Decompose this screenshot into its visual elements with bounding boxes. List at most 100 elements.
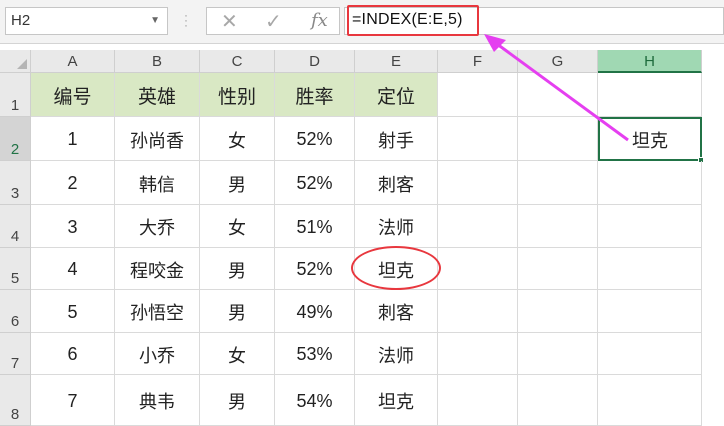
empty-cell[interactable] xyxy=(438,161,518,205)
row-header-6[interactable]: 6 xyxy=(0,290,31,333)
data-cell[interactable]: 男 xyxy=(200,375,275,426)
header-cell[interactable]: 性别 xyxy=(200,73,275,117)
data-cell[interactable]: 男 xyxy=(200,290,275,333)
selected-cell-h2[interactable]: 坦克 xyxy=(598,117,704,163)
empty-cell[interactable] xyxy=(598,333,702,375)
data-cell[interactable]: 3 xyxy=(31,205,115,248)
data-cell[interactable]: 射手 xyxy=(355,117,438,161)
data-cell[interactable]: 坦克 xyxy=(355,375,438,426)
drag-handle-icon[interactable]: · · · xyxy=(184,9,188,31)
cell-text: 典韦 xyxy=(139,392,175,412)
empty-cell[interactable] xyxy=(598,375,702,426)
data-cell[interactable]: 程咬金 xyxy=(115,248,200,290)
fx-icon[interactable]: fx xyxy=(311,10,328,31)
cell-text: 大乔 xyxy=(139,218,175,238)
data-cell[interactable]: 54% xyxy=(275,375,355,426)
empty-cell[interactable] xyxy=(438,205,518,248)
empty-cell[interactable] xyxy=(598,205,702,248)
data-cell[interactable]: 女 xyxy=(200,205,275,248)
chevron-down-icon[interactable]: ▼ xyxy=(150,8,160,34)
cell-text: 定位 xyxy=(376,87,415,108)
cell-text: 6 xyxy=(67,344,78,364)
select-all-corner[interactable] xyxy=(0,50,31,73)
empty-cell[interactable] xyxy=(518,290,598,333)
empty-cell[interactable] xyxy=(438,73,518,117)
empty-cell[interactable] xyxy=(438,333,518,375)
empty-cell[interactable] xyxy=(518,161,598,205)
data-cell[interactable]: 49% xyxy=(275,290,355,333)
data-cell[interactable]: 7 xyxy=(31,375,115,426)
empty-cell[interactable] xyxy=(518,117,598,161)
name-box[interactable]: H2 ▼ xyxy=(5,7,168,35)
data-cell[interactable]: 法师 xyxy=(355,333,438,375)
empty-cell[interactable] xyxy=(598,290,702,333)
cell-text: 坦克 xyxy=(632,131,668,151)
data-cell[interactable]: 5 xyxy=(31,290,115,333)
row-header-2[interactable]: 2 xyxy=(0,117,31,161)
data-cell[interactable]: 男 xyxy=(200,161,275,205)
header-cell[interactable]: 编号 xyxy=(31,73,115,117)
data-cell[interactable]: 4 xyxy=(31,248,115,290)
row-header-4[interactable]: 4 xyxy=(0,205,31,248)
row-header-7[interactable]: 7 xyxy=(0,333,31,375)
empty-cell[interactable] xyxy=(438,375,518,426)
row-header-8[interactable]: 8 xyxy=(0,375,31,426)
checkmark-icon[interactable]: ✓ xyxy=(265,9,282,34)
column-header-f[interactable]: F xyxy=(438,50,518,73)
data-cell[interactable]: 52% xyxy=(275,248,355,290)
data-cell[interactable]: 52% xyxy=(275,161,355,205)
row-number: 1 xyxy=(10,97,20,114)
cancel-x-icon[interactable]: ✕ xyxy=(221,9,238,34)
header-cell[interactable]: 定位 xyxy=(355,73,438,117)
data-cell[interactable]: 韩信 xyxy=(115,161,200,205)
data-cell[interactable]: 刺客 xyxy=(355,161,438,205)
empty-cell[interactable] xyxy=(598,248,702,290)
cell-text: 孙悟空 xyxy=(130,303,184,323)
empty-cell[interactable] xyxy=(438,290,518,333)
column-header-b[interactable]: B xyxy=(115,50,200,73)
data-cell[interactable]: 53% xyxy=(275,333,355,375)
empty-cell[interactable] xyxy=(598,73,702,117)
data-cell[interactable]: 52% xyxy=(275,117,355,161)
empty-cell[interactable] xyxy=(598,161,702,205)
cell-text: 女 xyxy=(228,345,246,366)
row-header-3[interactable]: 3 xyxy=(0,161,31,205)
name-box-value: H2 xyxy=(11,12,31,29)
empty-cell[interactable] xyxy=(518,248,598,290)
empty-cell[interactable] xyxy=(518,73,598,117)
highlight-ellipse xyxy=(351,246,441,290)
data-cell[interactable]: 2 xyxy=(31,161,115,205)
data-cell[interactable]: 大乔 xyxy=(115,205,200,248)
column-header-d[interactable]: D xyxy=(275,50,355,73)
column-header-a[interactable]: A xyxy=(31,50,115,73)
data-cell[interactable]: 小乔 xyxy=(115,333,200,375)
row-number: 6 xyxy=(10,313,20,330)
data-cell[interactable]: 典韦 xyxy=(115,375,200,426)
data-cell[interactable]: 女 xyxy=(200,333,275,375)
row-header-5[interactable]: 5 xyxy=(0,248,31,290)
column-header-e[interactable]: E xyxy=(355,50,438,73)
cell-text: 1 xyxy=(67,129,78,149)
column-header-c[interactable]: C xyxy=(200,50,275,73)
empty-cell[interactable] xyxy=(518,205,598,248)
data-cell[interactable]: 孙悟空 xyxy=(115,290,200,333)
empty-cell[interactable] xyxy=(438,248,518,290)
data-cell[interactable]: 孙尚香 xyxy=(115,117,200,161)
data-cell[interactable]: 1 xyxy=(31,117,115,161)
header-cell[interactable]: 胜率 xyxy=(275,73,355,117)
empty-cell[interactable] xyxy=(518,375,598,426)
cell-text: 射手 xyxy=(378,130,414,151)
data-cell[interactable]: 6 xyxy=(31,333,115,375)
data-cell[interactable]: 女 xyxy=(200,117,275,161)
column-header-g[interactable]: G xyxy=(518,50,598,73)
data-cell[interactable]: 男 xyxy=(200,248,275,290)
data-cell[interactable]: 51% xyxy=(275,205,355,248)
empty-cell[interactable] xyxy=(518,333,598,375)
empty-cell[interactable] xyxy=(438,117,518,161)
column-header-h[interactable]: H xyxy=(598,50,702,73)
cell-text: 51% xyxy=(296,216,333,237)
data-cell[interactable]: 法师 xyxy=(355,205,438,248)
header-cell[interactable]: 英雄 xyxy=(115,73,200,117)
row-header-1[interactable]: 1 xyxy=(0,73,31,117)
data-cell[interactable]: 刺客 xyxy=(355,290,438,333)
